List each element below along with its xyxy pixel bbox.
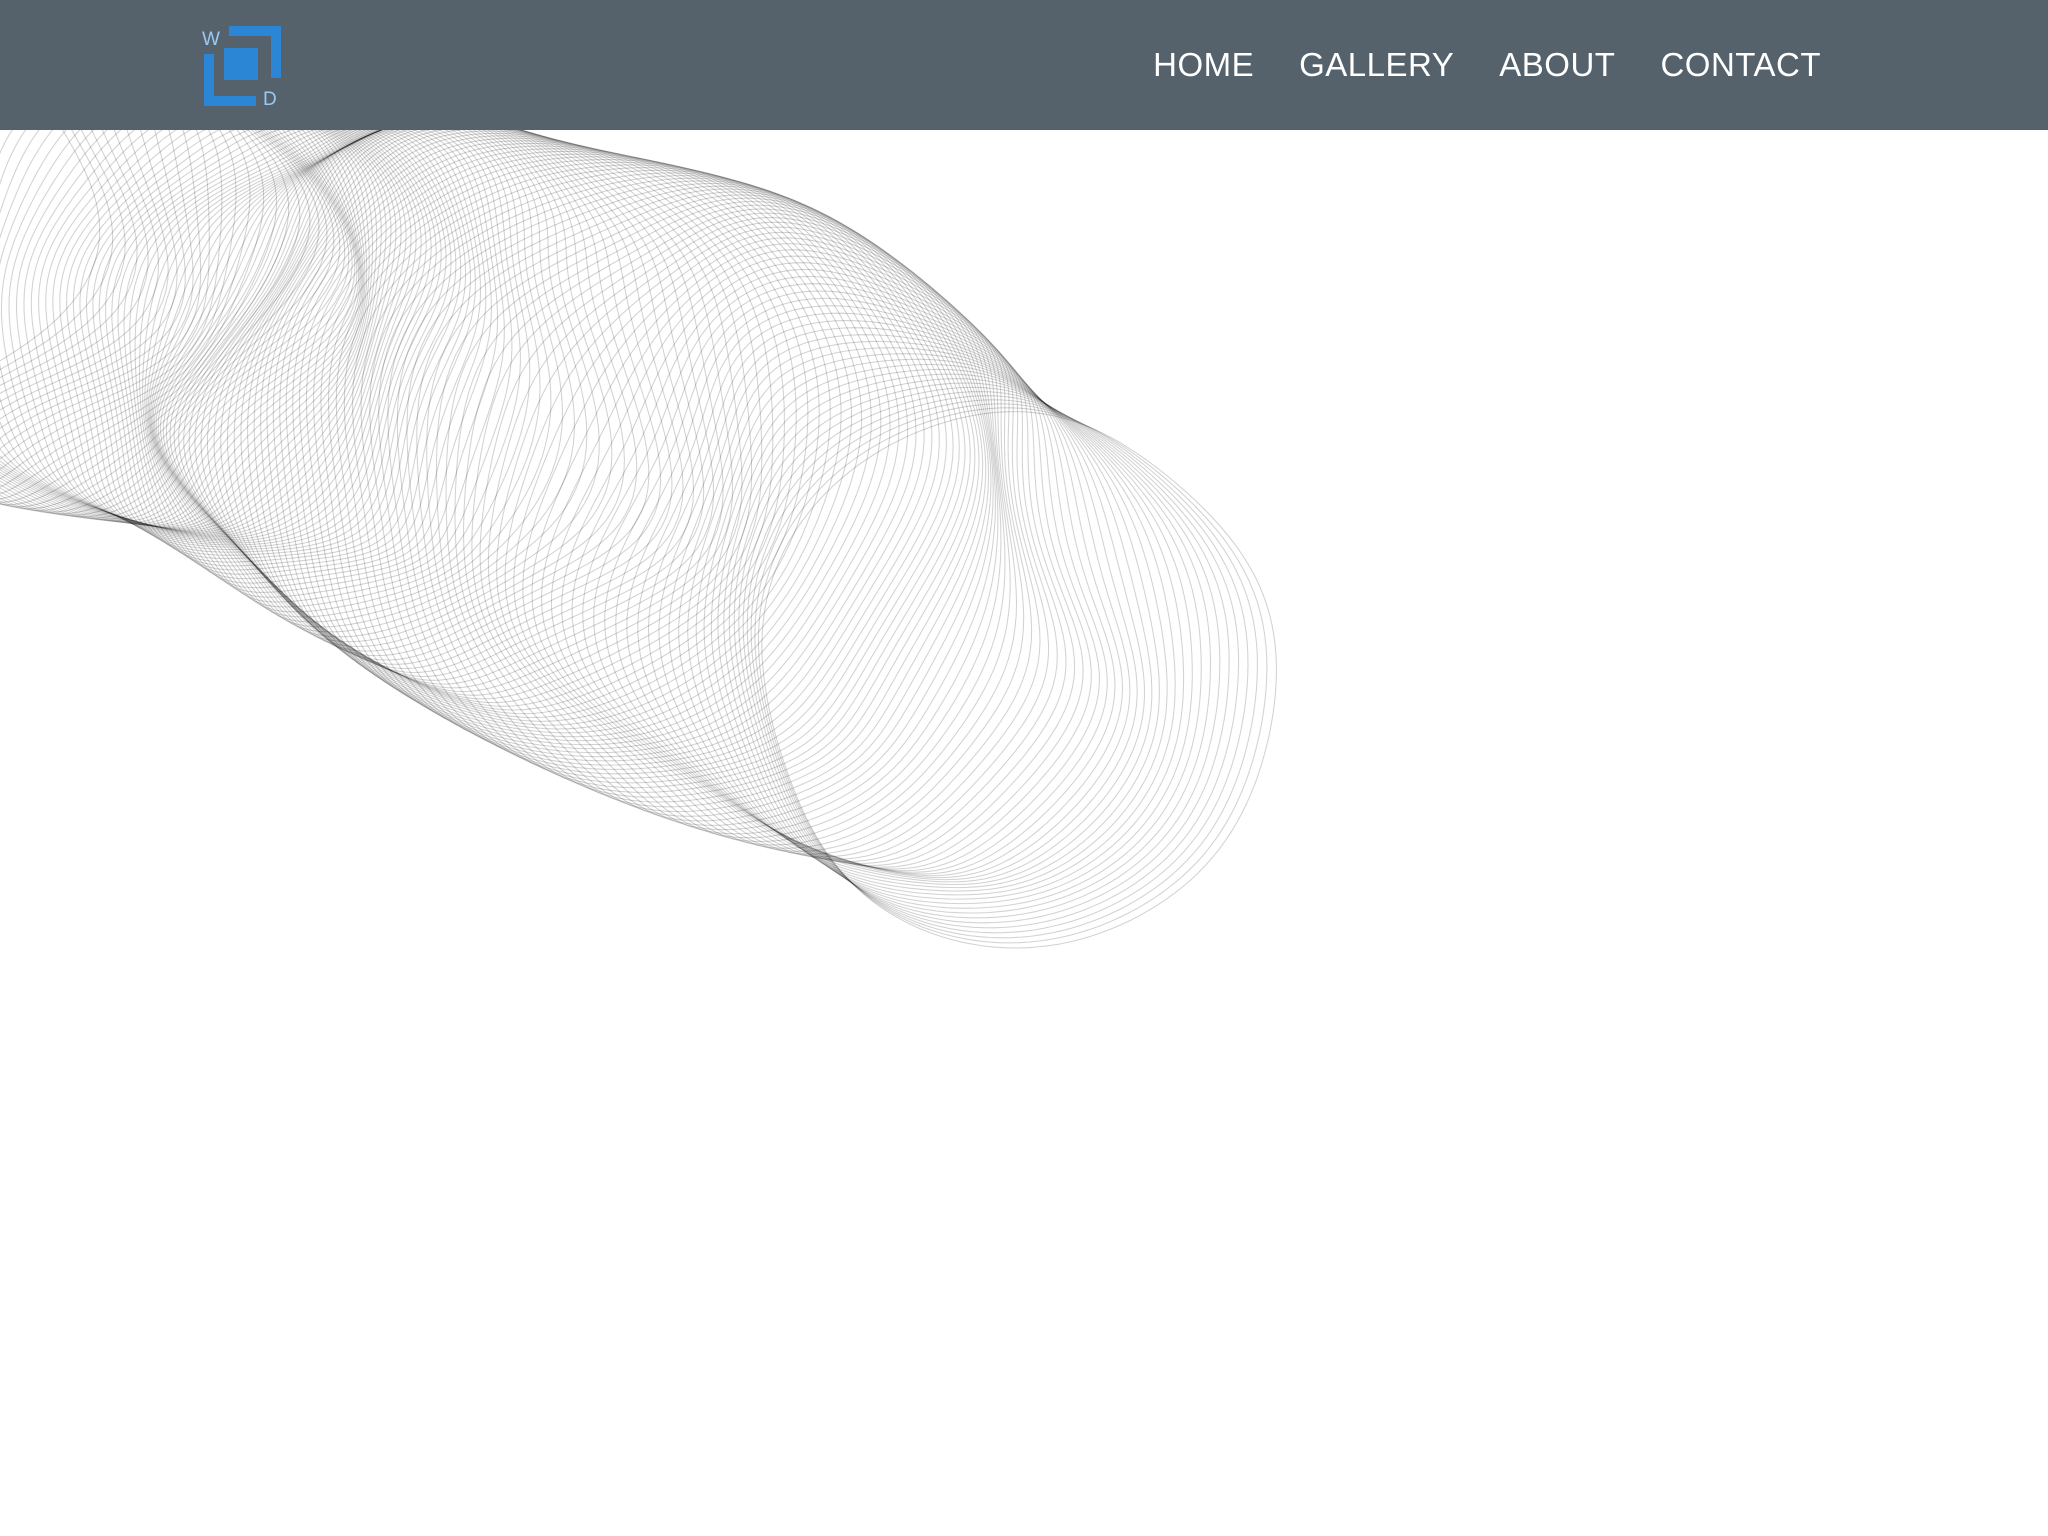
- logo-letter-w: W: [202, 29, 220, 50]
- nav-home[interactable]: HOME: [1153, 0, 1254, 130]
- main-navigation: HOME GALLERY ABOUT CONTACT: [1153, 0, 1821, 130]
- art-line: [427, 192, 983, 807]
- page: W D HOME GALLERY ABOUT CONTACT: [0, 0, 2048, 1536]
- nav-contact[interactable]: CONTACT: [1660, 0, 1821, 130]
- site-header: W D HOME GALLERY ABOUT CONTACT: [0, 0, 2048, 130]
- generative-line-art: [0, 0, 2048, 1536]
- logo-letter-d: D: [263, 89, 277, 108]
- art-line: [417, 189, 979, 802]
- art-line: [143, 122, 505, 592]
- site-logo-mark: W D: [202, 26, 281, 108]
- nav-about[interactable]: ABOUT: [1499, 0, 1615, 130]
- art-line: [562, 263, 1058, 862]
- site-logo[interactable]: W D: [202, 24, 286, 108]
- nav-gallery[interactable]: GALLERY: [1299, 0, 1454, 130]
- art-line: [130, 123, 486, 578]
